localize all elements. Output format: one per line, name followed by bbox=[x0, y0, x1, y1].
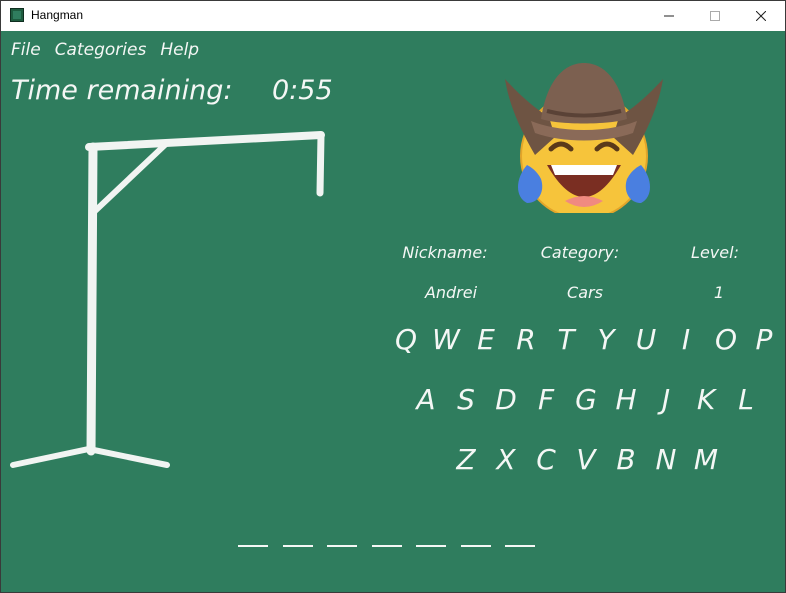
key-w[interactable]: W bbox=[428, 323, 464, 356]
key-l[interactable]: L bbox=[728, 383, 764, 416]
menu-bar: File Categories Help bbox=[11, 40, 199, 60]
key-a[interactable]: A bbox=[408, 383, 444, 416]
key-p[interactable]: P bbox=[746, 323, 782, 356]
key-q[interactable]: Q bbox=[388, 323, 424, 356]
key-c[interactable]: C bbox=[528, 443, 564, 476]
timer-value: 0:55 bbox=[272, 75, 333, 106]
key-r[interactable]: R bbox=[508, 323, 544, 356]
menu-categories[interactable]: Categories bbox=[55, 40, 147, 60]
level-label: Level: bbox=[691, 243, 739, 262]
letter-slot bbox=[238, 545, 268, 547]
key-f[interactable]: F bbox=[528, 383, 564, 416]
gallows-drawing bbox=[10, 131, 325, 468]
key-e[interactable]: E bbox=[468, 323, 504, 356]
letter-slot bbox=[327, 545, 357, 547]
letter-slot bbox=[372, 545, 402, 547]
key-s[interactable]: S bbox=[448, 383, 484, 416]
category-value: Cars bbox=[567, 283, 603, 302]
app-window: Hangman File Categories Help Time remain… bbox=[0, 0, 786, 593]
timer-label: Time remaining: bbox=[11, 75, 233, 106]
app-icon bbox=[10, 8, 24, 22]
menu-file[interactable]: File bbox=[11, 40, 41, 60]
nickname-label: Nickname: bbox=[402, 243, 488, 262]
key-y[interactable]: Y bbox=[588, 323, 624, 356]
key-m[interactable]: M bbox=[688, 443, 724, 476]
key-h[interactable]: H bbox=[608, 383, 644, 416]
close-button[interactable] bbox=[738, 1, 784, 31]
key-o[interactable]: O bbox=[708, 323, 744, 356]
key-v[interactable]: V bbox=[568, 443, 604, 476]
maximize-icon bbox=[710, 11, 720, 21]
letter-slot bbox=[461, 545, 491, 547]
minimize-icon bbox=[664, 15, 674, 17]
letter-slot bbox=[283, 545, 313, 547]
key-d[interactable]: D bbox=[488, 383, 524, 416]
key-j[interactable]: J bbox=[648, 383, 684, 416]
category-label: Category: bbox=[540, 243, 620, 262]
key-i[interactable]: I bbox=[668, 323, 704, 356]
letter-slot bbox=[416, 545, 446, 547]
key-z[interactable]: Z bbox=[448, 443, 484, 476]
cowboy-laughing-emoji-icon bbox=[505, 63, 663, 213]
key-x[interactable]: X bbox=[488, 443, 524, 476]
key-u[interactable]: U bbox=[628, 323, 664, 356]
key-t[interactable]: T bbox=[548, 323, 584, 356]
maximize-button[interactable] bbox=[692, 1, 738, 31]
letter-slot bbox=[505, 545, 535, 547]
minimize-button[interactable] bbox=[646, 1, 692, 31]
level-value: 1 bbox=[713, 283, 725, 302]
key-k[interactable]: K bbox=[688, 383, 724, 416]
nickname-value: Andrei bbox=[424, 283, 478, 302]
game-board: File Categories Help Time remaining: 0:5… bbox=[1, 31, 785, 592]
key-b[interactable]: B bbox=[608, 443, 644, 476]
menu-help[interactable]: Help bbox=[160, 40, 199, 60]
key-g[interactable]: G bbox=[568, 383, 604, 416]
close-icon bbox=[756, 11, 766, 21]
title-bar: Hangman bbox=[1, 1, 785, 31]
window-title: Hangman bbox=[31, 8, 84, 22]
key-n[interactable]: N bbox=[648, 443, 684, 476]
